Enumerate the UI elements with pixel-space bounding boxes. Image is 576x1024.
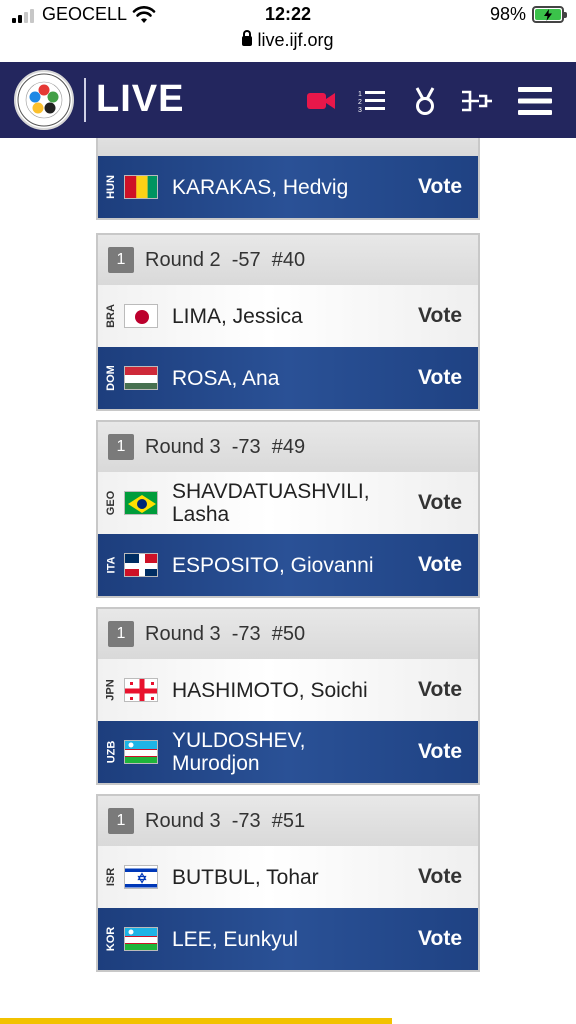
competitor-row: JPN HASHIMOTO, Soichi Vote xyxy=(98,659,478,721)
georgia-flag-icon xyxy=(124,678,158,702)
uzbekistan-flag-icon xyxy=(124,740,158,764)
page-title: LIVE xyxy=(96,78,185,120)
round-badge: 1 xyxy=(108,808,134,834)
country-code: DOM xyxy=(105,365,118,391)
ijf-logo[interactable] xyxy=(14,70,74,130)
competitor-name: HASHIMOTO, Soichi xyxy=(172,678,368,702)
address-bar[interactable]: live.ijf.org xyxy=(0,30,576,51)
bottom-ad-strip xyxy=(0,1018,576,1024)
competitor-row: BRA LIMA, Jessica Vote xyxy=(98,285,478,347)
competitor-row: ISR BUTBUL, Tohar Vote xyxy=(98,846,478,908)
israel-flag-icon xyxy=(124,865,158,889)
card-header: 1 Round 2 -57 #40 xyxy=(98,235,478,285)
competitor-row: ITA ESPOSITO, Giovanni Vote xyxy=(98,534,478,596)
round-label: Round 2 -57 #40 xyxy=(145,248,306,271)
lock-icon xyxy=(242,30,253,46)
round-badge: 1 xyxy=(108,247,134,273)
battery-percentage: 98% xyxy=(489,4,526,24)
card-header-partial xyxy=(98,138,478,156)
guinea-flag-icon xyxy=(124,175,158,199)
header-divider xyxy=(84,78,86,122)
competitor-row: DOM ROSA, Ana Vote xyxy=(98,347,478,409)
svg-text:1: 1 xyxy=(358,91,362,98)
competitor-name: ESPOSITO, Giovanni xyxy=(172,553,374,577)
vote-button[interactable]: Vote xyxy=(418,366,462,390)
ad-banner-edge xyxy=(0,1018,392,1024)
vote-button[interactable]: Vote xyxy=(418,491,462,515)
bracket-icon[interactable] xyxy=(460,84,494,118)
competitor-name: LIMA, Jessica xyxy=(172,304,303,328)
competitor-row: GEO SHAVDATUASHVILI, Lasha Vote xyxy=(98,472,478,534)
uzbekistan-flag-icon xyxy=(124,927,158,951)
hungary-flag-icon xyxy=(124,366,158,390)
country-code: UZB xyxy=(105,740,118,764)
vote-button[interactable]: Vote xyxy=(418,678,462,702)
medal-icon[interactable] xyxy=(408,84,442,118)
vote-button[interactable]: Vote xyxy=(418,865,462,889)
country-code: JPN xyxy=(105,679,117,701)
card-header: 1 Round 3 -73 #51 xyxy=(98,796,478,846)
country-code: ITA xyxy=(105,556,117,574)
vote-button[interactable]: Vote xyxy=(418,553,462,577)
match-card: 1 Round 3 -73 #49 GEO SHAVDATUASHVILI, L… xyxy=(96,420,480,598)
competitor-name: KARAKAS, Hedvig xyxy=(172,175,349,199)
match-card: 1 Round 2 -57 #40 BRA LIMA, Jessica Vote… xyxy=(96,233,480,411)
url-text: live.ijf.org xyxy=(257,30,334,50)
competitor-name: LEE, Eunkyul xyxy=(172,927,299,951)
country-code: KOR xyxy=(105,926,118,952)
competitor-name: SHAVDATUASHVILI, Lasha xyxy=(172,480,370,526)
svg-text:2: 2 xyxy=(358,99,362,106)
match-card: 1 Round 3 -73 #50 JPN HASHIMOTO, Soichi … xyxy=(96,607,480,785)
card-header: 1 Round 3 -73 #50 xyxy=(98,609,478,659)
competitor-name: BUTBUL, Tohar xyxy=(172,865,319,889)
brazil-flag-icon xyxy=(124,491,158,515)
app-header: LIVE 1 2 3 xyxy=(0,62,576,138)
svg-text:3: 3 xyxy=(358,107,362,113)
video-camera-icon[interactable] xyxy=(304,84,338,118)
country-code: HUN xyxy=(105,175,117,199)
match-card: HUN KARAKAS, Hedvig Vote xyxy=(96,138,480,220)
ranked-list-icon[interactable]: 1 2 3 xyxy=(355,84,389,118)
dominican-republic-flag-icon xyxy=(124,553,158,577)
status-bar: GEOCELL 12:22 98% live.ijf.org xyxy=(0,0,576,58)
match-list[interactable]: HUN KARAKAS, Hedvig Vote 1 Round 2 -57 #… xyxy=(0,138,576,1024)
round-label: Round 3 -73 #50 xyxy=(145,622,306,645)
card-header: 1 Round 3 -73 #49 xyxy=(98,422,478,472)
competitor-name: YULDOSHEV, Murodjon xyxy=(172,729,306,775)
japan-flag-icon xyxy=(124,304,158,328)
wifi-icon xyxy=(132,6,156,29)
vote-button[interactable]: Vote xyxy=(418,304,462,328)
competitor-row: KOR LEE, Eunkyul Vote xyxy=(98,908,478,970)
signal-strength-icon xyxy=(12,9,34,23)
round-badge: 1 xyxy=(108,621,134,647)
country-code: GEO xyxy=(105,490,118,516)
vote-button[interactable]: Vote xyxy=(418,927,462,951)
round-badge: 1 xyxy=(108,434,134,460)
country-code: BRA xyxy=(105,304,117,328)
country-code: ISR xyxy=(105,867,117,887)
competitor-row: HUN KARAKAS, Hedvig Vote xyxy=(98,156,478,218)
vote-button[interactable]: Vote xyxy=(418,175,462,199)
round-label: Round 3 -73 #49 xyxy=(145,435,306,458)
battery-icon xyxy=(532,6,567,23)
carrier-name: GEOCELL xyxy=(42,4,128,24)
hamburger-menu-icon[interactable] xyxy=(518,84,552,118)
vote-button[interactable]: Vote xyxy=(418,740,462,764)
round-label: Round 3 -73 #51 xyxy=(145,809,306,832)
match-card: 1 Round 3 -73 #51 ISR BUTBUL, Tohar Vote… xyxy=(96,794,480,972)
competitor-name: ROSA, Ana xyxy=(172,366,280,390)
competitor-row: UZB YULDOSHEV, Murodjon Vote xyxy=(98,721,478,783)
